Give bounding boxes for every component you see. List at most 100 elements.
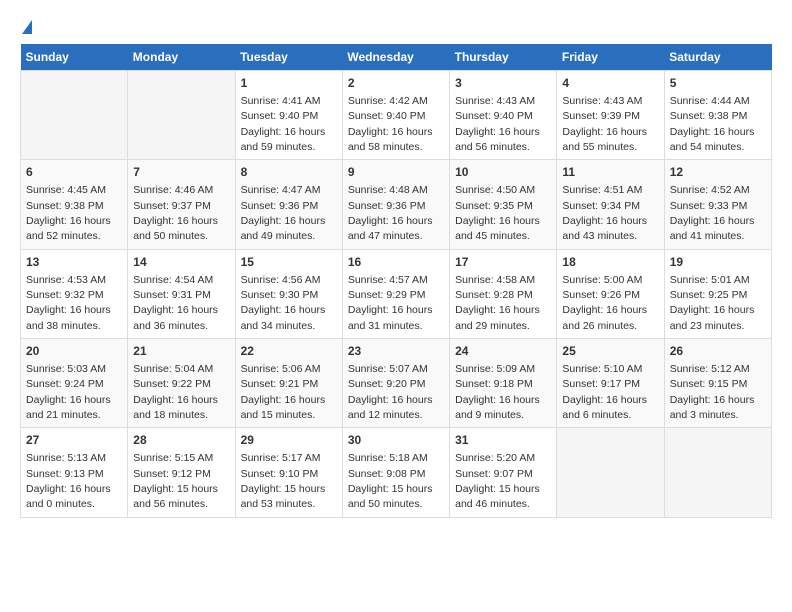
header-cell-saturday: Saturday (664, 44, 771, 71)
day-cell: 7 Sunrise: 4:46 AM Sunset: 9:37 PM Daylig… (128, 160, 235, 249)
day-number: 14 (133, 254, 229, 271)
day-number: 28 (133, 432, 229, 449)
day-number: 7 (133, 164, 229, 181)
header-cell-wednesday: Wednesday (342, 44, 449, 71)
day-info: Sunrise: 5:20 AM Sunset: 9:07 PM Dayligh… (455, 452, 540, 510)
week-row-1: 1 Sunrise: 4:41 AM Sunset: 9:40 PM Daylig… (21, 71, 772, 160)
day-cell: 11 Sunrise: 4:51 AM Sunset: 9:34 PM Dayli… (557, 160, 664, 249)
day-info: Sunrise: 5:18 AM Sunset: 9:08 PM Dayligh… (348, 452, 433, 510)
day-cell: 20 Sunrise: 5:03 AM Sunset: 9:24 PM Dayli… (21, 339, 128, 428)
day-number: 29 (241, 432, 337, 449)
day-info: Sunrise: 5:15 AM Sunset: 9:12 PM Dayligh… (133, 452, 218, 510)
day-number: 19 (670, 254, 766, 271)
day-cell (664, 428, 771, 517)
day-number: 20 (26, 343, 122, 360)
day-cell: 12 Sunrise: 4:52 AM Sunset: 9:33 PM Dayli… (664, 160, 771, 249)
day-cell: 6Sunrise: 4:45 AM Sunset: 9:38 PM Daylig… (21, 160, 128, 249)
logo-icon (22, 20, 32, 34)
day-number: 30 (348, 432, 444, 449)
day-number: 11 (562, 164, 658, 181)
day-cell: 13 Sunrise: 4:53 AM Sunset: 9:32 PM Dayli… (21, 249, 128, 338)
day-cell: 14 Sunrise: 4:54 AM Sunset: 9:31 PM Dayli… (128, 249, 235, 338)
day-info: Sunrise: 4:41 AM Sunset: 9:40 PM Dayligh… (241, 95, 326, 153)
day-info: Sunrise: 4:43 AM Sunset: 9:39 PM Dayligh… (562, 95, 647, 153)
day-info: Sunrise: 5:01 AM Sunset: 9:25 PM Dayligh… (670, 274, 755, 332)
day-cell: 27 Sunrise: 5:13 AM Sunset: 9:13 PM Dayli… (21, 428, 128, 517)
header-cell-thursday: Thursday (450, 44, 557, 71)
day-info: Sunrise: 4:54 AM Sunset: 9:31 PM Dayligh… (133, 274, 218, 332)
day-info: Sunrise: 4:43 AM Sunset: 9:40 PM Dayligh… (455, 95, 540, 153)
day-cell: 1 Sunrise: 4:41 AM Sunset: 9:40 PM Daylig… (235, 71, 342, 160)
day-cell: 5Sunrise: 4:44 AM Sunset: 9:38 PM Daylig… (664, 71, 771, 160)
header-cell-friday: Friday (557, 44, 664, 71)
day-number: 21 (133, 343, 229, 360)
day-info: Sunrise: 4:51 AM Sunset: 9:34 PM Dayligh… (562, 184, 647, 242)
day-info: Sunrise: 5:12 AM Sunset: 9:15 PM Dayligh… (670, 363, 755, 421)
day-number: 23 (348, 343, 444, 360)
day-info: Sunrise: 5:03 AM Sunset: 9:24 PM Dayligh… (26, 363, 111, 421)
calendar-table: SundayMondayTuesdayWednesdayThursdayFrid… (20, 44, 772, 518)
day-cell: 29 Sunrise: 5:17 AM Sunset: 9:10 PM Dayli… (235, 428, 342, 517)
header-cell-monday: Monday (128, 44, 235, 71)
day-info: Sunrise: 5:04 AM Sunset: 9:22 PM Dayligh… (133, 363, 218, 421)
day-number: 8 (241, 164, 337, 181)
week-row-5: 27 Sunrise: 5:13 AM Sunset: 9:13 PM Dayli… (21, 428, 772, 517)
day-info: Sunrise: 4:56 AM Sunset: 9:30 PM Dayligh… (241, 274, 326, 332)
day-cell: 10Sunrise: 4:50 AM Sunset: 9:35 PM Dayli… (450, 160, 557, 249)
day-info: Sunrise: 4:48 AM Sunset: 9:36 PM Dayligh… (348, 184, 433, 242)
day-cell: 21 Sunrise: 5:04 AM Sunset: 9:22 PM Dayli… (128, 339, 235, 428)
day-number: 26 (670, 343, 766, 360)
day-cell: 24 Sunrise: 5:09 AM Sunset: 9:18 PM Dayli… (450, 339, 557, 428)
day-info: Sunrise: 4:42 AM Sunset: 9:40 PM Dayligh… (348, 95, 433, 153)
day-number: 31 (455, 432, 551, 449)
day-cell: 15 Sunrise: 4:56 AM Sunset: 9:30 PM Dayli… (235, 249, 342, 338)
day-cell: 25 Sunrise: 5:10 AM Sunset: 9:17 PM Dayli… (557, 339, 664, 428)
day-number: 13 (26, 254, 122, 271)
day-info: Sunrise: 4:47 AM Sunset: 9:36 PM Dayligh… (241, 184, 326, 242)
day-number: 24 (455, 343, 551, 360)
week-row-2: 6Sunrise: 4:45 AM Sunset: 9:38 PM Daylig… (21, 160, 772, 249)
day-number: 5 (670, 75, 766, 92)
day-cell: 9Sunrise: 4:48 AM Sunset: 9:36 PM Daylig… (342, 160, 449, 249)
day-info: Sunrise: 5:06 AM Sunset: 9:21 PM Dayligh… (241, 363, 326, 421)
day-cell: 22 Sunrise: 5:06 AM Sunset: 9:21 PM Dayli… (235, 339, 342, 428)
day-info: Sunrise: 5:10 AM Sunset: 9:17 PM Dayligh… (562, 363, 647, 421)
day-cell: 19 Sunrise: 5:01 AM Sunset: 9:25 PM Dayli… (664, 249, 771, 338)
day-cell: 18Sunrise: 5:00 AM Sunset: 9:26 PM Dayli… (557, 249, 664, 338)
day-number: 17 (455, 254, 551, 271)
day-cell: 4Sunrise: 4:43 AM Sunset: 9:39 PM Daylig… (557, 71, 664, 160)
day-cell: 3 Sunrise: 4:43 AM Sunset: 9:40 PM Daylig… (450, 71, 557, 160)
day-info: Sunrise: 5:13 AM Sunset: 9:13 PM Dayligh… (26, 452, 111, 510)
day-info: Sunrise: 4:58 AM Sunset: 9:28 PM Dayligh… (455, 274, 540, 332)
day-cell: 23 Sunrise: 5:07 AM Sunset: 9:20 PM Dayli… (342, 339, 449, 428)
day-cell (128, 71, 235, 160)
day-cell: 16 Sunrise: 4:57 AM Sunset: 9:29 PM Dayli… (342, 249, 449, 338)
day-number: 1 (241, 75, 337, 92)
day-number: 2 (348, 75, 444, 92)
day-info: Sunrise: 4:46 AM Sunset: 9:37 PM Dayligh… (133, 184, 218, 242)
day-number: 12 (670, 164, 766, 181)
day-number: 27 (26, 432, 122, 449)
day-info: Sunrise: 4:53 AM Sunset: 9:32 PM Dayligh… (26, 274, 111, 332)
day-cell (21, 71, 128, 160)
day-info: Sunrise: 5:17 AM Sunset: 9:10 PM Dayligh… (241, 452, 326, 510)
header-row: SundayMondayTuesdayWednesdayThursdayFrid… (21, 44, 772, 71)
day-number: 25 (562, 343, 658, 360)
day-info: Sunrise: 5:07 AM Sunset: 9:20 PM Dayligh… (348, 363, 433, 421)
day-number: 22 (241, 343, 337, 360)
day-cell: 2 Sunrise: 4:42 AM Sunset: 9:40 PM Daylig… (342, 71, 449, 160)
day-cell: 26 Sunrise: 5:12 AM Sunset: 9:15 PM Dayli… (664, 339, 771, 428)
week-row-3: 13 Sunrise: 4:53 AM Sunset: 9:32 PM Dayli… (21, 249, 772, 338)
header-cell-tuesday: Tuesday (235, 44, 342, 71)
day-cell: 17 Sunrise: 4:58 AM Sunset: 9:28 PM Dayli… (450, 249, 557, 338)
week-row-4: 20 Sunrise: 5:03 AM Sunset: 9:24 PM Dayli… (21, 339, 772, 428)
day-number: 16 (348, 254, 444, 271)
day-number: 6 (26, 164, 122, 181)
day-info: Sunrise: 5:09 AM Sunset: 9:18 PM Dayligh… (455, 363, 540, 421)
header-cell-sunday: Sunday (21, 44, 128, 71)
day-info: Sunrise: 4:52 AM Sunset: 9:33 PM Dayligh… (670, 184, 755, 242)
day-number: 3 (455, 75, 551, 92)
day-info: Sunrise: 4:50 AM Sunset: 9:35 PM Dayligh… (455, 184, 540, 242)
day-info: Sunrise: 4:57 AM Sunset: 9:29 PM Dayligh… (348, 274, 433, 332)
day-number: 15 (241, 254, 337, 271)
